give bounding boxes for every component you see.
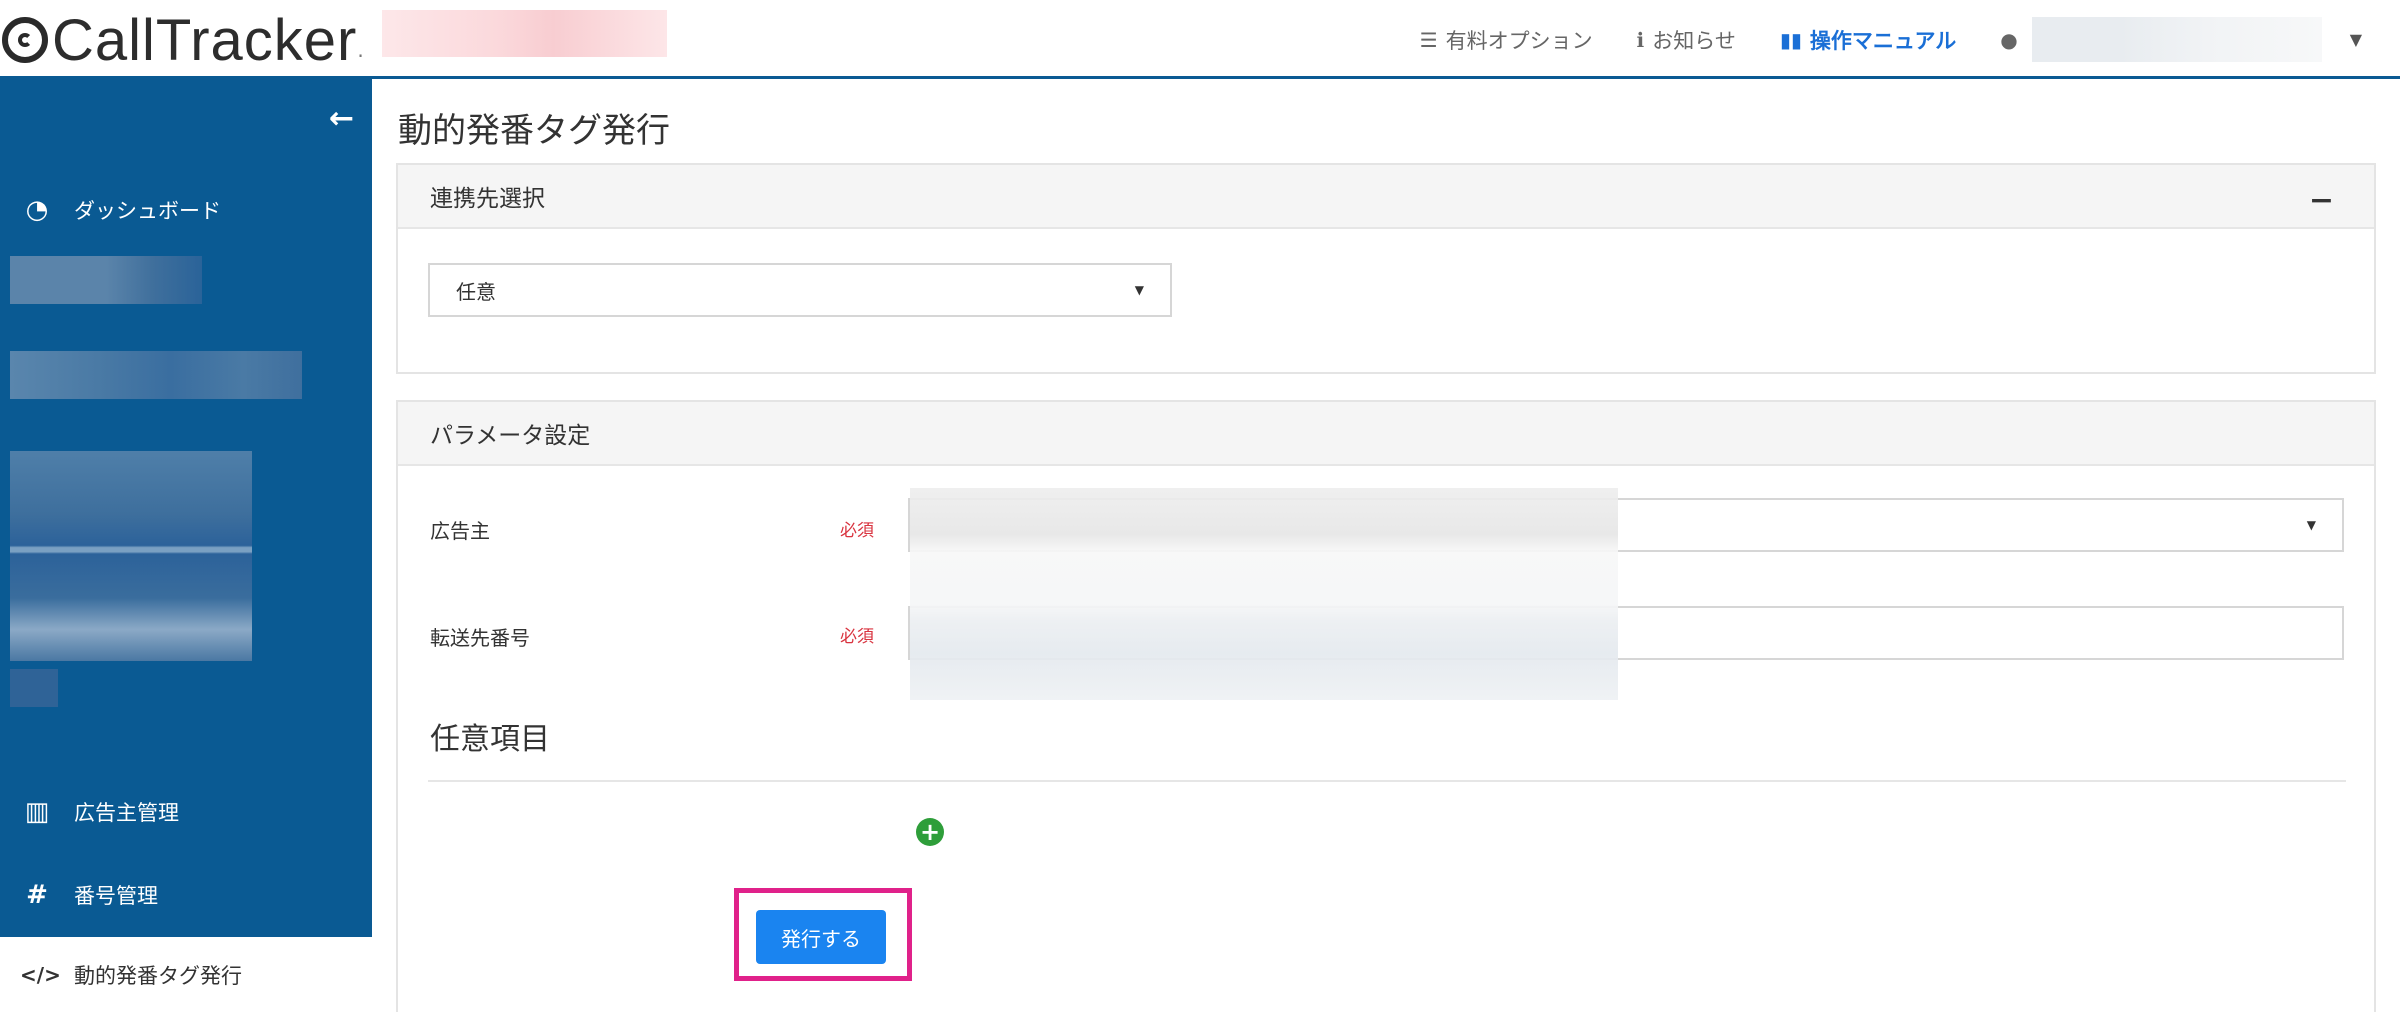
- collapse-sidebar-icon[interactable]: ←: [329, 101, 354, 136]
- redacted-menu-item: [10, 256, 202, 304]
- info-icon: ℹ: [1636, 27, 1645, 52]
- nav-manual-label: 操作マニュアル: [1809, 28, 1957, 53]
- divider: [428, 780, 2346, 782]
- nav-manual[interactable]: ▮▮ 操作マニュアル: [1780, 25, 1956, 55]
- nav-paid-options[interactable]: ☰ 有料オプション: [1420, 25, 1593, 55]
- sidebar-item-numbers[interactable]: # 番号管理: [0, 865, 372, 925]
- optional-items-heading: 任意項目: [430, 722, 550, 757]
- required-badge: 必須: [840, 521, 874, 541]
- sidebar-item-label: 動的発番タグ発行: [74, 963, 242, 988]
- submit-button[interactable]: 発行する: [756, 910, 886, 964]
- user-menu[interactable]: ● ▼: [2000, 17, 2400, 62]
- sidebar-item-dashboard[interactable]: ◔ ダッシュボード: [0, 180, 372, 240]
- nav-notices-label: お知らせ: [1652, 28, 1736, 53]
- logo-dot: .: [357, 38, 364, 62]
- redacted-account-name: [382, 10, 667, 57]
- logo-mark-icon: [2, 17, 48, 63]
- dashboard-icon: ◔: [25, 195, 49, 225]
- calltracker-logo[interactable]: CallTracker .: [2, 6, 364, 74]
- chevron-down-icon: ▼: [2349, 30, 2362, 49]
- panel-header: 連携先選択 −: [398, 165, 2374, 229]
- advertiser-label: 広告主: [430, 519, 490, 543]
- top-header: CallTracker . ☰ 有料オプション ℹ お知らせ ▮▮ 操作マニュア…: [0, 0, 2400, 79]
- link-destination-select[interactable]: 任意 ▼: [428, 263, 1172, 317]
- redacted-field-values: [910, 488, 1618, 700]
- sidebar-item-label: ダッシュボード: [74, 199, 221, 223]
- nav-notices[interactable]: ℹ お知らせ: [1637, 25, 1736, 55]
- redacted-user-name: [2031, 17, 2322, 62]
- redacted-menu-group: [10, 451, 252, 661]
- forwarding-number-label: 転送先番号: [430, 626, 530, 650]
- chevron-down-icon: ▼: [2306, 518, 2316, 532]
- required-badge: 必須: [840, 627, 874, 647]
- code-icon: </>: [20, 962, 61, 987]
- sidebar-item-advertiser[interactable]: ▥ 広告主管理: [0, 782, 372, 842]
- select-value: 任意: [456, 279, 496, 304]
- parameter-panel: パラメータ設定 広告主 必須 ▼ 転送先番号 必須 任意項目 +: [396, 400, 2376, 1012]
- sidebar-item-dynamic-tag[interactable]: </> 動的発番タグ発行: [0, 937, 372, 1012]
- link-destination-panel: 連携先選択 − 任意 ▼: [396, 163, 2376, 374]
- user-icon: ●: [2000, 27, 2018, 52]
- chevron-down-icon: ▼: [1134, 283, 1144, 297]
- sidebar: ← ◔ ダッシュボード ▥ 広告主管理 # 番号管理 </> 動的発番タグ発行: [0, 79, 372, 1012]
- sidebar-item-label: 番号管理: [74, 884, 158, 908]
- sidebar-item-label: 広告主管理: [74, 801, 179, 825]
- building-icon: ▥: [24, 797, 50, 827]
- redacted-menu-item: [10, 351, 302, 399]
- panel-header: パラメータ設定: [398, 402, 2374, 466]
- page-title: 動的発番タグ発行: [398, 111, 670, 151]
- nav-paid-options-label: 有料オプション: [1445, 28, 1593, 53]
- book-icon: ▮▮: [1779, 27, 1802, 52]
- collapse-panel-icon[interactable]: −: [2309, 183, 2334, 218]
- logo-text: CallTracker: [52, 7, 358, 73]
- panel-title: パラメータ設定: [430, 423, 591, 449]
- list-icon: ☰: [1419, 27, 1438, 52]
- panel-title: 連携先選択: [430, 186, 545, 212]
- add-optional-item-icon[interactable]: +: [916, 818, 944, 846]
- hash-icon: #: [26, 880, 48, 910]
- top-nav: ☰ 有料オプション ℹ お知らせ ▮▮ 操作マニュアル ● ▼: [1420, 0, 2400, 79]
- redacted-menu-item: [10, 669, 58, 707]
